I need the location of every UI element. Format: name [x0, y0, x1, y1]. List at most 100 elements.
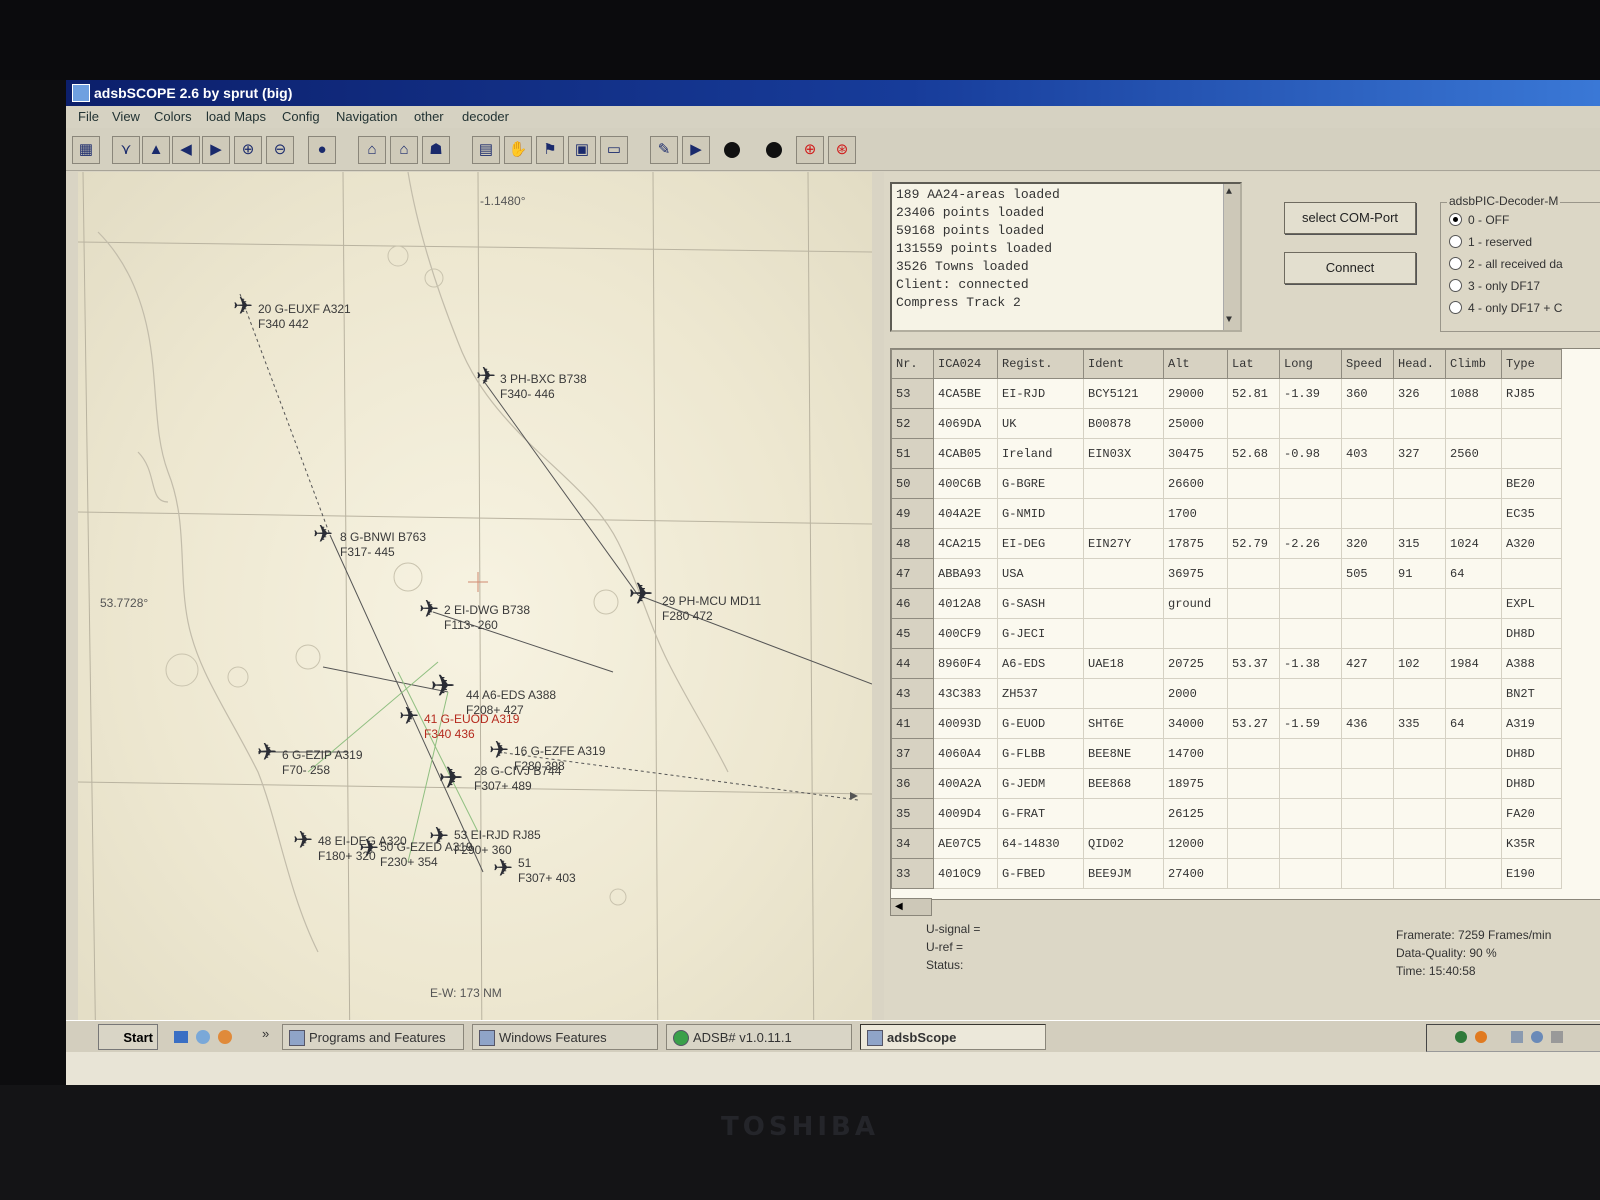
play-icon[interactable]: ▶	[682, 136, 710, 164]
table-icon[interactable]: ▤	[472, 136, 500, 164]
aircraft-icon[interactable]: ✈	[254, 740, 280, 766]
aircraft-icon[interactable]: ✈	[230, 294, 256, 320]
north-icon[interactable]: ▲	[142, 136, 170, 164]
menu-navigation[interactable]: Navigation	[336, 109, 397, 124]
table-row[interactable]: 48 4CA215 EI-DEG EIN27Y 17875 52.79 -2.26 320 31…	[891, 528, 1562, 559]
table-row[interactable]: 41 40093D G-EUOD SHT6E 34000 53.27 -1.59 436 335…	[891, 708, 1562, 739]
quicklaunch-chevron[interactable]: »	[262, 1026, 269, 1041]
task-adsb-sharp[interactable]: ADSB# v1.0.11.1	[666, 1024, 852, 1050]
menu-config[interactable]: Config	[282, 109, 320, 124]
airport-b-icon[interactable]: ⌂	[390, 136, 418, 164]
table-row[interactable]: 36 400A2A G-JEDM BEE868 18975 DH8D	[891, 768, 1562, 799]
aircraft-icon[interactable]: ✈	[438, 764, 464, 794]
log-box[interactable]: 189 AA24-areas loaded 23406 points loade…	[890, 182, 1242, 332]
monitor-icon[interactable]: ▭	[600, 136, 628, 164]
target-icon[interactable]: ⊕	[796, 136, 824, 164]
menu-decoder[interactable]: decoder	[462, 109, 509, 124]
log-scrollbar[interactable]	[1223, 184, 1240, 330]
table-row[interactable]: 47 ABBA93 USA 36975 505 91 64	[891, 558, 1562, 589]
table-row[interactable]: 51 4CAB05 Ireland EIN03X 30475 52.68 -0.98 403 3…	[891, 438, 1562, 469]
aircraft-icon[interactable]: ✈	[426, 824, 452, 850]
decoder-mode-option-0[interactable]: 0 - OFF	[1449, 213, 1509, 227]
title-bar[interactable]: adsbSCOPE 2.6 by sprut (big)	[66, 80, 1600, 106]
show-desktop-icon[interactable]	[174, 1031, 188, 1043]
globe-icon[interactable]: ●	[308, 136, 336, 164]
menu-other[interactable]: other	[414, 109, 444, 124]
aircraft-icon[interactable]: ✈	[356, 836, 382, 862]
table-row[interactable]: 49 404A2E G-NMID 1700 EC35	[891, 498, 1562, 529]
zoom-out-icon[interactable]: ⊖	[266, 136, 294, 164]
media-icon[interactable]	[218, 1030, 232, 1044]
ie-icon[interactable]	[196, 1030, 210, 1044]
table-row[interactable]: 53 4CA5BE EI-RJD BCY5121 29000 52.81 -1.39 360 3…	[891, 378, 1562, 409]
table-row[interactable]: 33 4010C9 G-FBED BEE9JM 27400 E190	[891, 858, 1562, 889]
airport-a-icon[interactable]: ⌂	[358, 136, 386, 164]
target-alt-icon[interactable]: ⊛	[828, 136, 856, 164]
aircraft-icon[interactable]: ✈	[396, 704, 422, 730]
pan-right-icon[interactable]: ▶	[202, 136, 230, 164]
task-programs-and-features[interactable]: Programs and Features	[282, 1024, 464, 1050]
record-dot-icon[interactable]	[718, 136, 746, 164]
aircraft-icon[interactable]: ✈	[290, 828, 316, 854]
decoder-mode-option-2[interactable]: 2 - all received da	[1449, 257, 1563, 271]
column-header[interactable]: Speed	[1341, 349, 1394, 379]
tray-volume-icon[interactable]	[1551, 1031, 1563, 1043]
menu-view[interactable]: View	[112, 109, 140, 124]
aircraft-table[interactable]: Nr. ICA024 Regist. Ident Alt Lat Long Speed Head…	[890, 348, 1600, 900]
column-header[interactable]: Ident	[1083, 349, 1164, 379]
start-button[interactable]: Start	[98, 1024, 158, 1050]
aircraft-icon[interactable]: ✈	[430, 672, 456, 702]
aircraft-icon[interactable]: ✈	[628, 580, 654, 610]
select-com-port-button[interactable]: select COM-Port	[1284, 202, 1416, 234]
beacon-icon[interactable]: ⚑	[536, 136, 564, 164]
column-header[interactable]: ICA024	[933, 349, 998, 379]
connect-button[interactable]: Connect	[1284, 252, 1416, 284]
aircraft-icon[interactable]: ✈	[416, 597, 442, 623]
aircraft-icon[interactable]: ✈	[310, 522, 336, 548]
aircraft-icon[interactable]: ✈	[473, 364, 499, 390]
stop-dot-icon[interactable]	[760, 136, 788, 164]
radar-map[interactable]: -1.1480° 53.7728° E-W: 173 NM ✈ 20 G-EUX…	[78, 172, 872, 1067]
task-windows-features[interactable]: Windows Features	[472, 1024, 658, 1050]
table-row[interactable]: 34 AE07C5 64-14830 QID02 12000 K35R	[891, 828, 1562, 859]
column-header[interactable]: Nr.	[891, 349, 934, 379]
tray-device-icon[interactable]	[1511, 1031, 1523, 1043]
menu-file[interactable]: File	[78, 109, 99, 124]
aircraft-icon[interactable]: ✈	[486, 738, 512, 764]
column-header[interactable]: Long	[1279, 349, 1342, 379]
table-cell: 64-14830	[997, 828, 1084, 859]
airport-c-icon[interactable]: ☗	[422, 136, 450, 164]
table-row[interactable]: 43 43C383 ZH537 2000 BN2T	[891, 678, 1562, 709]
column-header[interactable]: Type	[1501, 349, 1562, 379]
task-adsbscope[interactable]: adsbScope	[860, 1024, 1046, 1050]
column-header[interactable]: Alt	[1163, 349, 1228, 379]
pan-left-icon[interactable]: ◀	[172, 136, 200, 164]
column-header[interactable]: Regist.	[997, 349, 1084, 379]
table-row[interactable]: 37 4060A4 G-FLBB BEE8NE 14700 DH8D	[891, 738, 1562, 769]
tray-network-icon[interactable]	[1455, 1031, 1467, 1043]
zoom-in-icon[interactable]: ⊕	[234, 136, 262, 164]
hand-icon[interactable]: ✋	[504, 136, 532, 164]
table-row[interactable]: 44 8960F4 A6-EDS UAE18 20725 53.37 -1.38 427 102…	[891, 648, 1562, 679]
tray-update-icon[interactable]	[1475, 1031, 1487, 1043]
table-row[interactable]: 52 4069DA UK B00878 25000	[891, 408, 1562, 439]
notes-icon[interactable]: ▣	[568, 136, 596, 164]
decoder-mode-option-4[interactable]: 4 - only DF17 + C	[1449, 301, 1562, 315]
aircraft-icon[interactable]: ✈	[490, 856, 516, 882]
column-header[interactable]: Climb	[1445, 349, 1502, 379]
column-header[interactable]: Head.	[1393, 349, 1446, 379]
decoder-mode-option-1[interactable]: 1 - reserved	[1449, 235, 1532, 249]
column-header[interactable]: Lat	[1227, 349, 1280, 379]
tools-icon[interactable]: ✎	[650, 136, 678, 164]
decoder-mode-option-3[interactable]: 3 - only DF17	[1449, 279, 1540, 293]
table-row[interactable]: 35 4009D4 G-FRAT 26125 FA20	[891, 798, 1562, 829]
tray-wifi-icon[interactable]	[1531, 1031, 1543, 1043]
menu-load-maps[interactable]: load Maps	[206, 109, 266, 124]
north-up-icon[interactable]: ⋎	[112, 136, 140, 164]
table-hscroll-left-icon[interactable]: ◀	[890, 898, 932, 916]
table-row[interactable]: 50 400C6B G-BGRE 26600 BE20	[891, 468, 1562, 499]
grid-icon[interactable]: ▦	[72, 136, 100, 164]
table-row[interactable]: 46 4012A8 G-SASH ground EXPL	[891, 588, 1562, 619]
table-row[interactable]: 45 400CF9 G-JECI DH8D	[891, 618, 1562, 649]
menu-colors[interactable]: Colors	[154, 109, 192, 124]
